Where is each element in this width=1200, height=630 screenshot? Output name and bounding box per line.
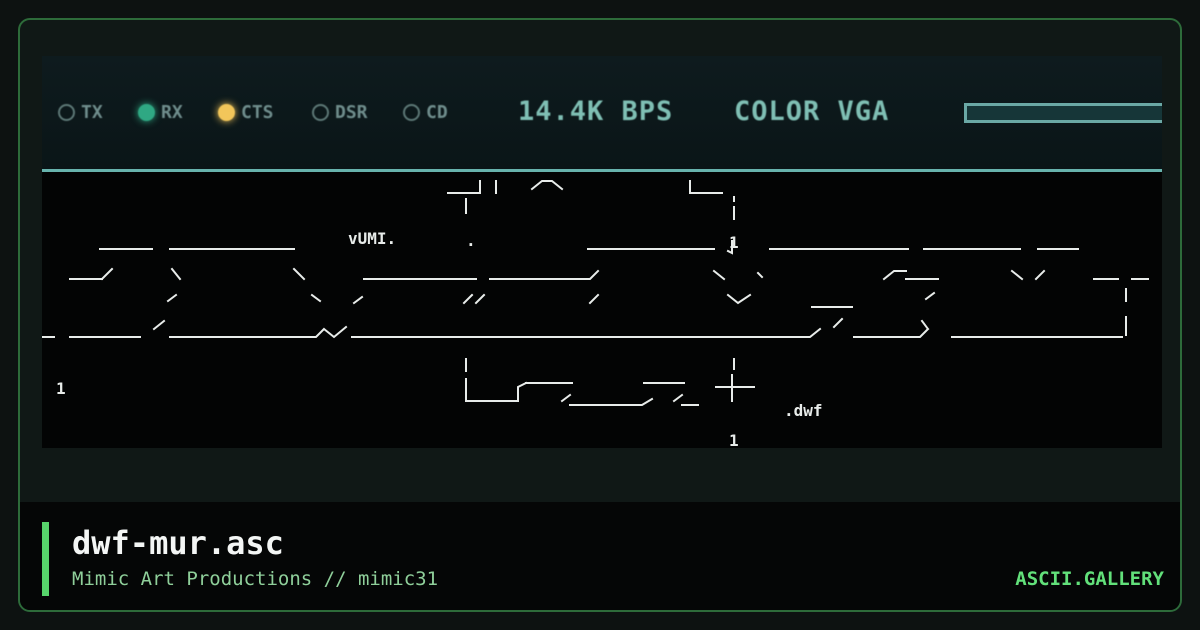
tx-indicator-icon <box>58 104 75 121</box>
art-text-dwf: .dwf <box>784 401 823 420</box>
file-title: dwf-mur.asc <box>72 524 284 562</box>
status-light-tx: TX <box>58 102 103 123</box>
ascii-art-viewport: vUMI. . 1 1 .dwf 1 <box>42 175 1162 448</box>
rx-indicator-icon <box>138 104 155 121</box>
site-brand: ASCII.GALLERY <box>1015 568 1164 590</box>
baud-rate-readout: 14.4K BPS <box>518 96 674 127</box>
status-light-label: DSR <box>335 102 368 123</box>
art-mark: 1 <box>729 431 739 448</box>
art-mark: 1 <box>56 379 66 398</box>
art-mark: 1 <box>729 233 739 252</box>
art-text-vumi: vUMI. <box>348 229 397 248</box>
status-light-dsr: DSR <box>312 102 368 123</box>
accent-bar <box>42 522 49 596</box>
status-light-label: RX <box>161 102 183 123</box>
status-light-rx: RX <box>138 102 183 123</box>
status-light-label: CTS <box>241 102 274 123</box>
info-footer: dwf-mur.asc Mimic Art Productions // mim… <box>20 502 1180 610</box>
cts-indicator-icon <box>218 104 235 121</box>
terminal-screen: TX RX CTS DSR CD 14.4K BPS COLOR VGA vUM… <box>42 56 1162 448</box>
display-mode-readout: COLOR VGA <box>734 96 890 127</box>
transfer-meter <box>964 103 1162 123</box>
status-light-cts: CTS <box>218 102 274 123</box>
author-credit: Mimic Art Productions // mimic31 <box>72 568 439 590</box>
cd-indicator-icon <box>403 104 420 121</box>
art-dot: . <box>466 231 476 250</box>
status-light-cd: CD <box>403 102 448 123</box>
status-light-label: TX <box>81 102 103 123</box>
ascii-line-art <box>42 180 1149 406</box>
status-light-label: CD <box>426 102 448 123</box>
modem-status-bar: TX RX CTS DSR CD 14.4K BPS COLOR VGA <box>42 56 1162 172</box>
dsr-indicator-icon <box>312 104 329 121</box>
card-frame: TX RX CTS DSR CD 14.4K BPS COLOR VGA vUM… <box>18 18 1182 612</box>
